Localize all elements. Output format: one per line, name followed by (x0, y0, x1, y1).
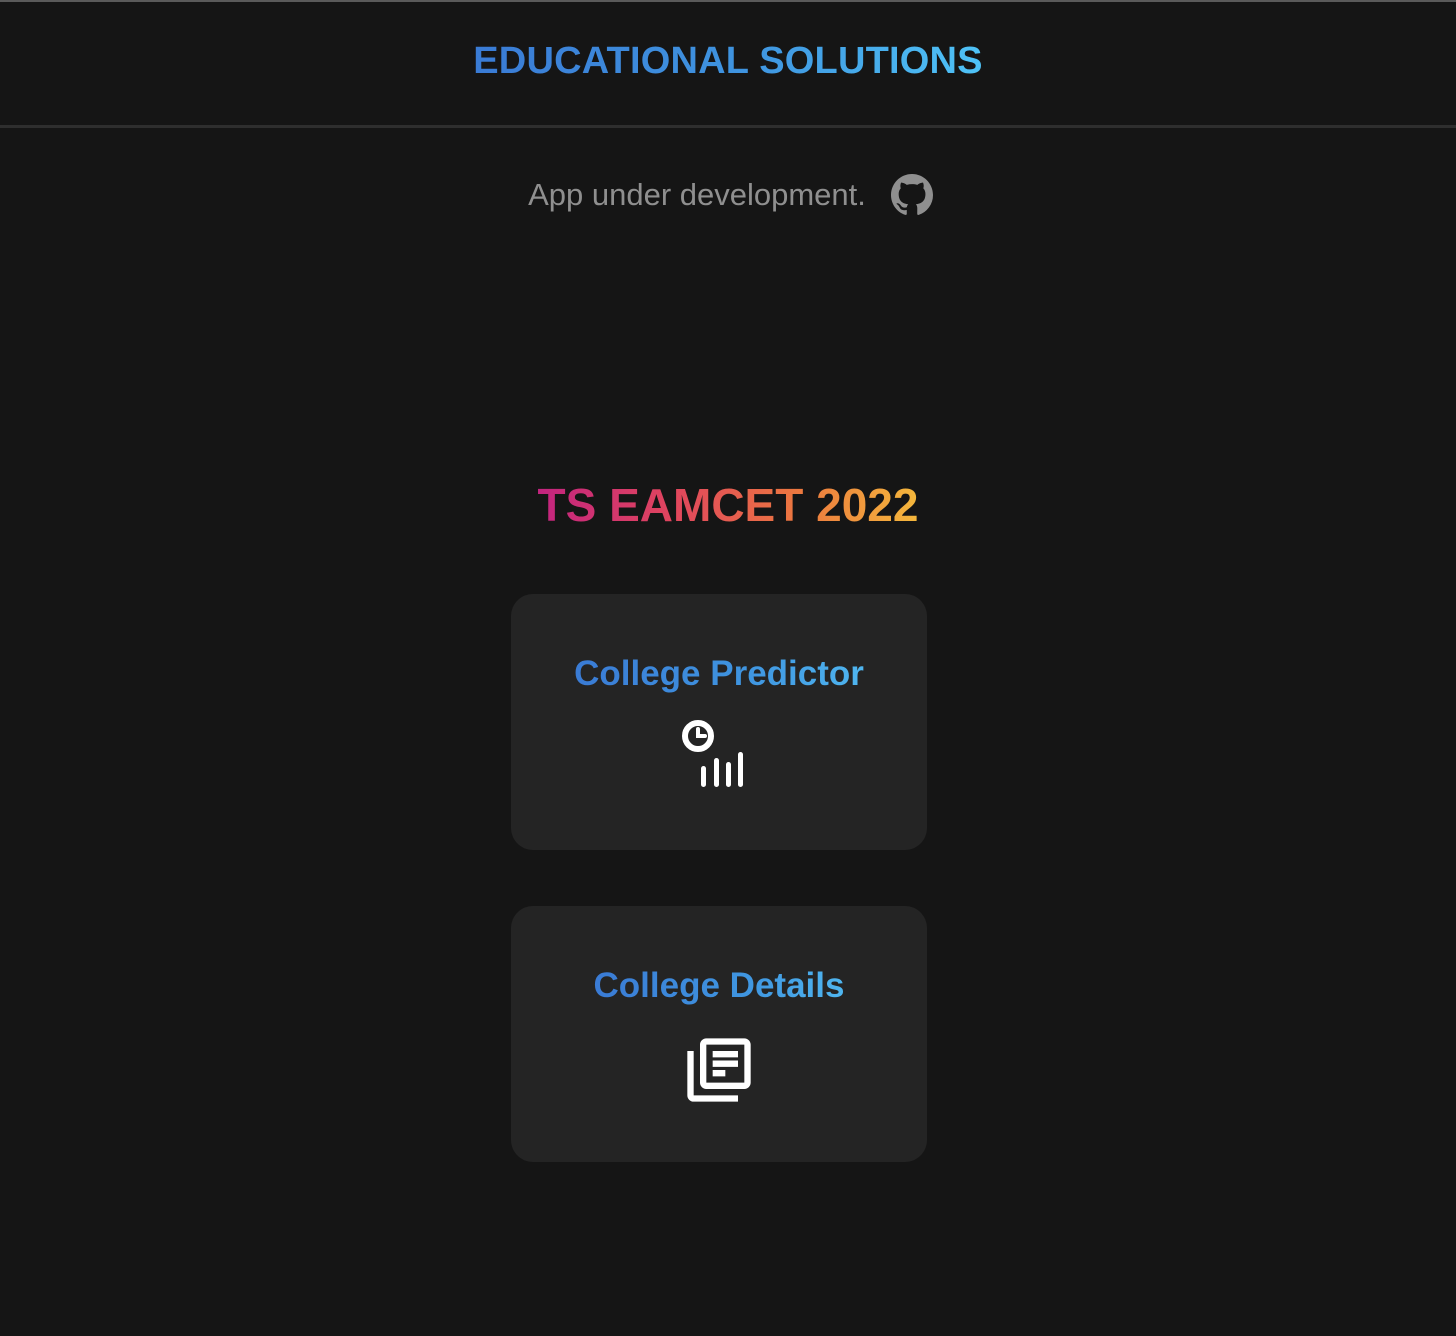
development-notice-text: App under development. (528, 177, 866, 212)
development-notice: App under development. (0, 170, 1456, 220)
library-books-icon (679, 1030, 759, 1110)
analytics-icon (679, 718, 759, 798)
app-header: EDUCATIONAL SOLUTIONS (0, 2, 1456, 128)
section-title: TS EAMCET 2022 (0, 478, 1456, 532)
brand-title[interactable]: EDUCATIONAL SOLUTIONS (473, 40, 982, 83)
college-predictor-title: College Predictor (574, 654, 864, 693)
github-icon[interactable] (890, 173, 934, 217)
college-predictor-card[interactable]: College Predictor (511, 594, 927, 850)
college-details-title: College Details (593, 966, 845, 1005)
page: EDUCATIONAL SOLUTIONS App under developm… (0, 0, 1456, 1336)
college-details-card[interactable]: College Details (511, 906, 927, 1162)
section-title-text: TS EAMCET 2022 (537, 479, 919, 531)
